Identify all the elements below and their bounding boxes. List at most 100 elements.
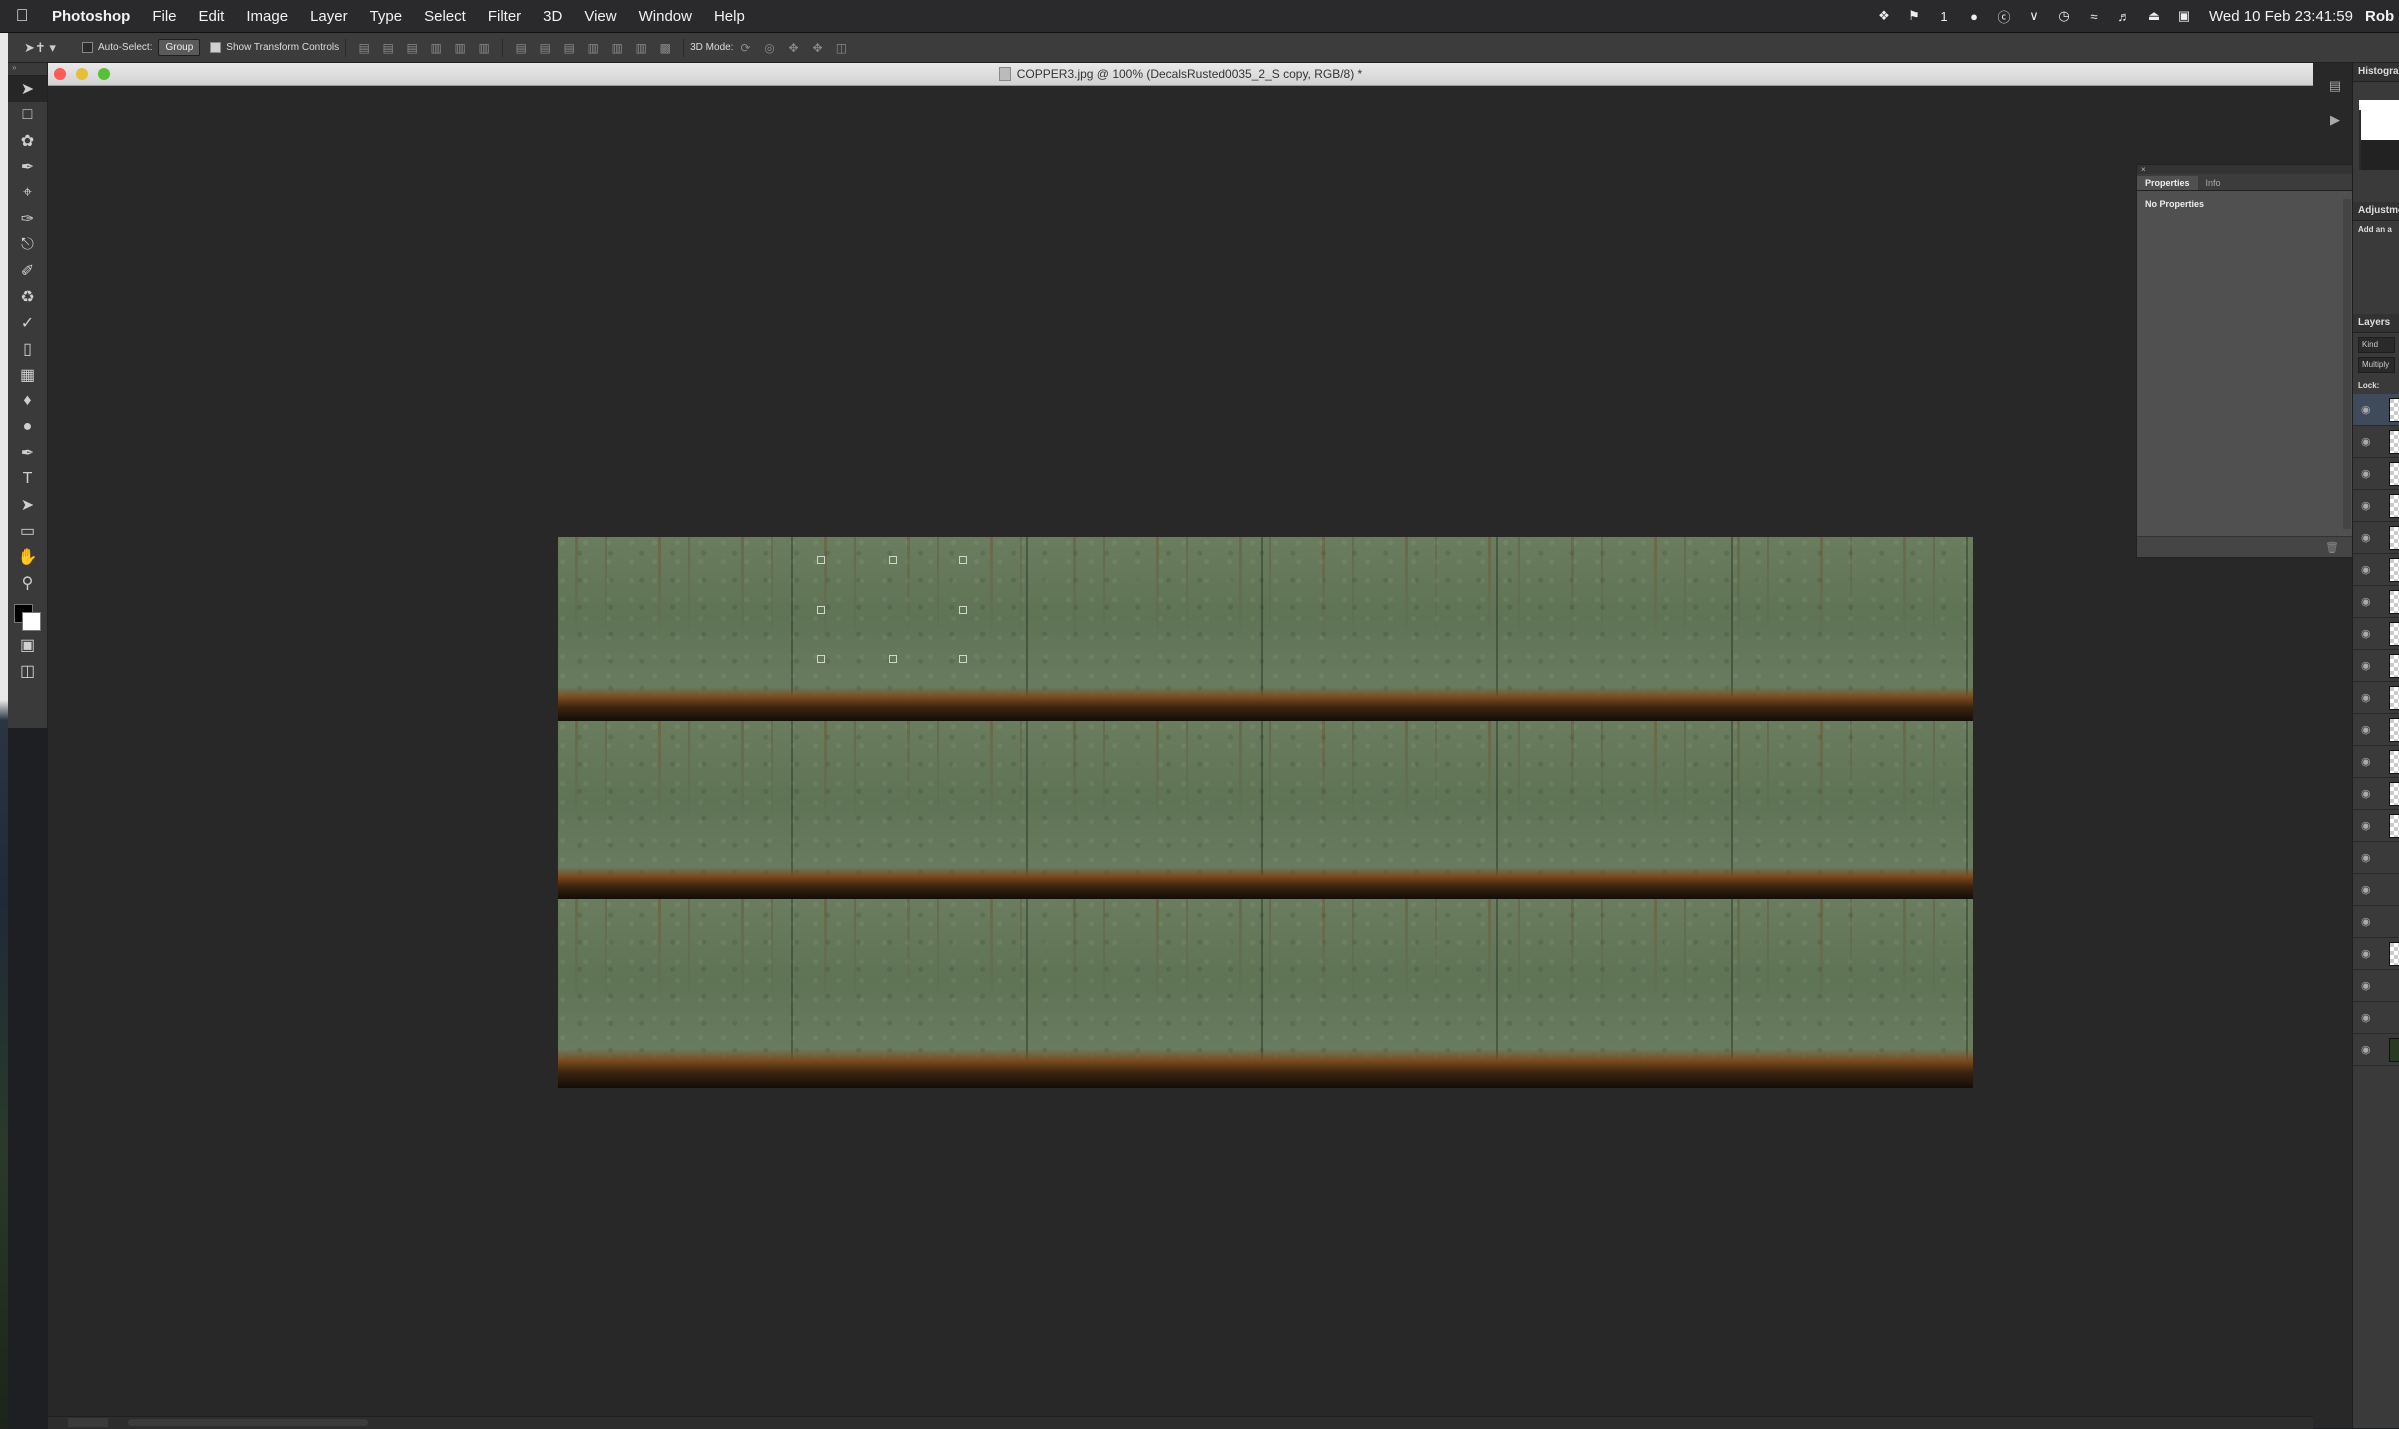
transform-handle[interactable]	[817, 655, 825, 663]
transform-handle[interactable]	[959, 606, 967, 614]
visibility-eye-icon[interactable]: ◉	[2361, 723, 2371, 736]
distribute-bottom-icon[interactable]: ▤	[559, 39, 579, 57]
show-transform-checkbox[interactable]	[210, 42, 222, 53]
transform-handle[interactable]	[959, 655, 967, 663]
clone-stamp-tool-icon[interactable]: ♻	[8, 284, 47, 310]
transform-handle[interactable]	[959, 556, 967, 564]
transform-handle[interactable]	[817, 556, 825, 564]
copper-texture-image[interactable]	[558, 537, 1973, 1088]
visibility-eye-icon[interactable]: ◉	[2361, 883, 2371, 896]
visibility-eye-icon[interactable]: ◉	[2361, 435, 2371, 448]
history-brush-tool-icon[interactable]: ✓	[8, 310, 47, 336]
layer-row[interactable]: ◉	[2353, 586, 2399, 618]
background-color-swatch[interactable]	[22, 612, 41, 631]
notification-icon[interactable]: ⚑	[1906, 8, 1922, 24]
properties-scrollbar[interactable]	[2343, 199, 2351, 529]
distribute-vcenter-icon[interactable]: ▤	[535, 39, 555, 57]
dodge-tool-icon[interactable]: ●	[8, 414, 47, 440]
clock[interactable]: Wed 10 Feb 23:41:59	[2209, 8, 2353, 25]
path-select-tool-icon[interactable]: ➤	[8, 492, 47, 518]
brush-tool-icon[interactable]: ✐	[8, 258, 47, 284]
zoom-field[interactable]	[68, 1418, 108, 1427]
visibility-eye-icon[interactable]: ◉	[2361, 627, 2371, 640]
visibility-eye-icon[interactable]: ◉	[2361, 467, 2371, 480]
transform-handle[interactable]	[817, 606, 825, 614]
visibility-eye-icon[interactable]: ◉	[2361, 851, 2371, 864]
auto-align-icon[interactable]: ▩	[655, 39, 675, 57]
layer-row[interactable]: ◉	[2353, 906, 2399, 938]
menu-file[interactable]: File	[141, 8, 187, 25]
visibility-eye-icon[interactable]: ◉	[2361, 947, 2371, 960]
visibility-eye-icon[interactable]: ◉	[2361, 979, 2371, 992]
hand-tool-icon[interactable]: ✋	[8, 544, 47, 570]
healing-brush-tool-icon[interactable]: ⎋	[8, 232, 47, 258]
trash-icon[interactable]: 🗑	[2325, 541, 2339, 554]
visibility-eye-icon[interactable]: ◉	[2361, 403, 2371, 416]
layer-row[interactable]: ◉	[2353, 394, 2399, 426]
auto-select-dropdown[interactable]: Group	[158, 39, 201, 56]
minimize-window-button[interactable]	[76, 68, 88, 80]
align-right-icon[interactable]: ▥	[474, 39, 494, 57]
distribute-left-icon[interactable]: ▥	[583, 39, 603, 57]
visibility-eye-icon[interactable]: ◉	[2361, 1043, 2371, 1056]
distribute-hcenter-icon[interactable]: ▥	[607, 39, 627, 57]
panel-close-icon[interactable]: ×	[2137, 165, 2353, 174]
menu-select[interactable]: Select	[413, 8, 477, 25]
layer-row[interactable]: ◉	[2353, 842, 2399, 874]
distribute-right-icon[interactable]: ▥	[631, 39, 651, 57]
panel-grip[interactable]: »	[8, 63, 47, 76]
layer-row[interactable]: ◉	[2353, 970, 2399, 1002]
menu-window[interactable]: Window	[628, 8, 703, 25]
visibility-eye-icon[interactable]: ◉	[2361, 595, 2371, 608]
align-left-icon[interactable]: ▥	[426, 39, 446, 57]
bluetooth-icon[interactable]: ∨	[2026, 8, 2042, 24]
menu-edit[interactable]: Edit	[188, 8, 236, 25]
menu-view[interactable]: View	[573, 8, 627, 25]
layer-row[interactable]: ◉	[2353, 778, 2399, 810]
tab-properties[interactable]: Properties	[2137, 176, 2198, 190]
lasso-tool-icon[interactable]: ✿	[8, 128, 47, 154]
document-titlebar[interactable]: COPPER3.jpg @ 100% (DecalsRusted0035_2_S…	[48, 63, 2313, 86]
align-top-icon[interactable]: ▤	[354, 39, 374, 57]
quick-select-tool-icon[interactable]: ✒	[8, 154, 47, 180]
visibility-eye-icon[interactable]: ◉	[2361, 1011, 2371, 1024]
3d-slide-icon[interactable]: ✥	[807, 39, 827, 57]
menu-type[interactable]: Type	[359, 8, 414, 25]
display-icon[interactable]: ▣	[2176, 8, 2192, 24]
maximize-window-button[interactable]	[98, 68, 110, 80]
menu-3d[interactable]: 3D	[532, 8, 573, 25]
canvas-area[interactable]	[48, 86, 2313, 1428]
visibility-eye-icon[interactable]: ◉	[2361, 563, 2371, 576]
menu-help[interactable]: Help	[703, 8, 756, 25]
layer-row[interactable]: ◉	[2353, 874, 2399, 906]
layer-row[interactable]: ◉	[2353, 682, 2399, 714]
gradient-tool-icon[interactable]: ▦	[8, 362, 47, 388]
history-panel-icon[interactable]: ▤	[2320, 75, 2350, 97]
layer-row[interactable]: ◉	[2353, 1034, 2399, 1066]
visibility-eye-icon[interactable]: ◉	[2361, 499, 2371, 512]
color-swatches[interactable]	[8, 596, 47, 632]
volume-icon[interactable]: ♬	[2116, 8, 2132, 24]
tool-preset-picker[interactable]: ➤✝ ▾	[24, 38, 72, 58]
zoom-tool-icon[interactable]: ⚲	[8, 570, 47, 596]
visibility-eye-icon[interactable]: ◉	[2361, 691, 2371, 704]
crop-tool-icon[interactable]: ⌖	[8, 180, 47, 206]
visibility-eye-icon[interactable]: ◉	[2361, 659, 2371, 672]
quick-mask-icon[interactable]: ▣	[8, 632, 47, 658]
menu-filter[interactable]: Filter	[477, 8, 532, 25]
layer-row[interactable]: ◉	[2353, 554, 2399, 586]
user-name[interactable]: Rob	[2365, 8, 2399, 25]
blend-mode-dropdown[interactable]: Multiply	[2358, 357, 2395, 373]
3d-drag-icon[interactable]: ✥	[783, 39, 803, 57]
dropbox-icon[interactable]: ❖	[1876, 8, 1892, 24]
layer-row[interactable]: ◉	[2353, 1002, 2399, 1034]
align-bottom-icon[interactable]: ▤	[402, 39, 422, 57]
layer-row[interactable]: ◉	[2353, 458, 2399, 490]
tab-info[interactable]: Info	[2198, 176, 2229, 190]
type-tool-icon[interactable]: T	[8, 466, 47, 492]
eyedropper-tool-icon[interactable]: ✑	[8, 206, 47, 232]
layer-row[interactable]: ◉	[2353, 746, 2399, 778]
align-hcenter-icon[interactable]: ▥	[450, 39, 470, 57]
eject-icon[interactable]: ⏏	[2146, 8, 2162, 24]
marquee-tool-icon[interactable]: □	[8, 102, 47, 128]
